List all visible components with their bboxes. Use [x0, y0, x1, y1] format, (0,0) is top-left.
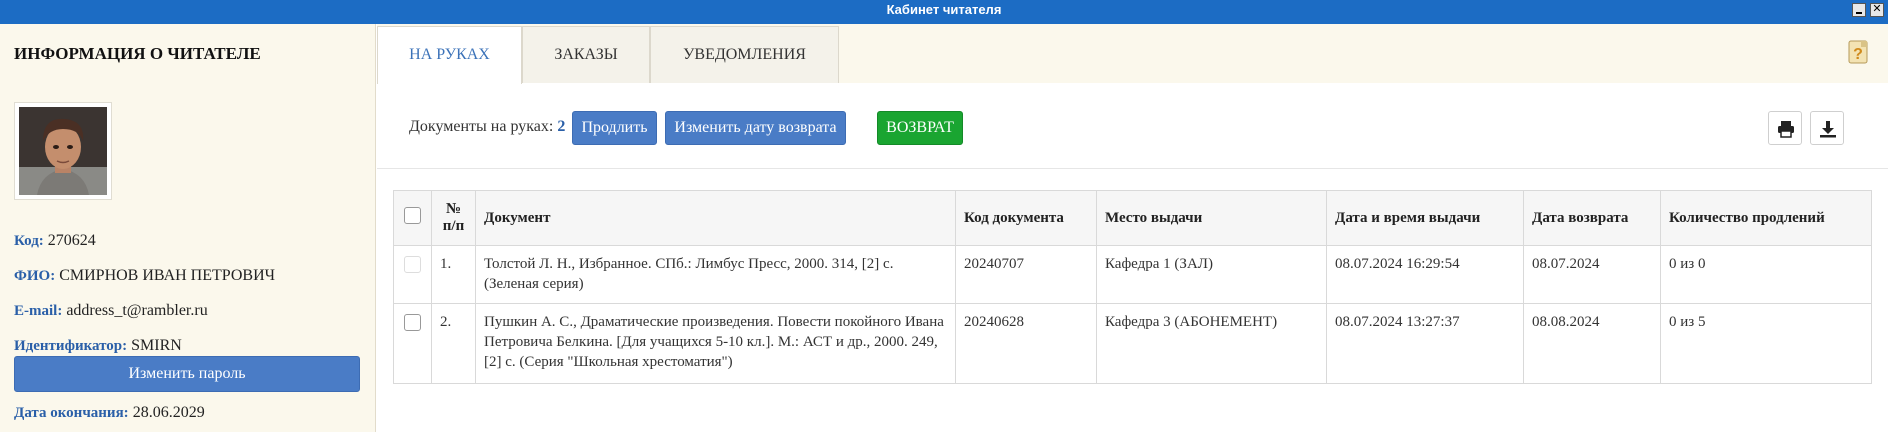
row-select-cell [393, 303, 432, 384]
tab-on-hand[interactable]: НА РУКАХ [377, 26, 522, 84]
row-extensions: 0 из 0 [1660, 245, 1872, 304]
help-icon[interactable]: ? [1847, 40, 1871, 66]
change-password-button[interactable]: Изменить пароль [14, 356, 360, 392]
reader-info-sidebar: ИНФОРМАЦИЯ О ЧИТАТЕЛЕ Код: 270624 ФИО: С… [0, 24, 376, 432]
select-all-checkbox[interactable] [404, 207, 421, 224]
avatar [14, 102, 112, 200]
download-icon [1820, 121, 1836, 138]
col-issue-place: Место выдачи [1096, 190, 1327, 246]
col-document: Документ [475, 190, 956, 246]
window-title: Кабинет читателя [886, 2, 1002, 17]
row-return-date: 08.08.2024 [1523, 303, 1661, 384]
row-document: Толстой Л. Н., Избранное. СПб.: Лимбус П… [475, 245, 956, 304]
extend-button[interactable]: Продлить [572, 111, 657, 145]
col-issue-datetime: Дата и время выдачи [1326, 190, 1524, 246]
reader-identifier: Идентификатор: SMIRN [14, 337, 182, 354]
reader-fullname: ФИО: СМИРНОВ ИВАН ПЕТРОВИЧ [14, 267, 276, 284]
print-button[interactable] [1768, 111, 1802, 145]
close-button[interactable]: ✕ [1870, 3, 1884, 17]
print-icon [1778, 121, 1794, 138]
row-extensions: 0 из 5 [1660, 303, 1872, 384]
tab-bar: НА РУКАХ ЗАКАЗЫ УВЕДОМЛЕНИЯ ? [377, 24, 1888, 84]
row-document-code: 20240628 [955, 303, 1097, 384]
row-checkbox[interactable] [404, 256, 421, 273]
col-number: № п/п [431, 190, 476, 246]
tab-notifications[interactable]: УВЕДОМЛЕНИЯ [650, 26, 839, 83]
avatar-photo [19, 107, 107, 195]
row-return-date: 08.07.2024 [1523, 245, 1661, 304]
change-return-date-button[interactable]: Изменить дату возврата [665, 111, 846, 145]
reader-code: Код: 270624 [14, 232, 96, 249]
row-issue-datetime: 08.07.2024 16:29:54 [1326, 245, 1524, 304]
row-checkbox[interactable] [404, 314, 421, 331]
table-header-row: № п/п Документ Код документа Место выдач… [393, 190, 1872, 246]
loans-table: № п/п Документ Код документа Место выдач… [393, 190, 1872, 384]
toolbar-divider [377, 168, 1888, 169]
tab-orders[interactable]: ЗАКАЗЫ [522, 26, 650, 83]
sidebar-title: ИНФОРМАЦИЯ О ЧИТАТЕЛЕ [14, 44, 261, 63]
row-number: 2. [431, 303, 476, 384]
row-document-code: 20240707 [955, 245, 1097, 304]
download-button[interactable] [1810, 111, 1844, 145]
table-row: 2. Пушкин А. С., Драматические произведе… [393, 303, 1872, 384]
expiry-date: Дата окончания: 28.06.2029 [14, 404, 205, 421]
row-select-cell [393, 245, 432, 304]
return-button[interactable]: ВОЗВРАТ [877, 111, 963, 145]
window-titlebar: Кабинет читателя ✕ [0, 0, 1888, 24]
row-issue-place: Кафедра 3 (АБОНЕМЕНТ) [1096, 303, 1327, 384]
reader-email: E-mail: address_t@rambler.ru [14, 302, 208, 319]
row-number: 1. [431, 245, 476, 304]
col-return-date: Дата возврата [1523, 190, 1661, 246]
row-issue-place: Кафедра 1 (ЗАЛ) [1096, 245, 1327, 304]
documents-on-hand: Документы на руках: 2 [409, 118, 566, 135]
table-row: 1. Толстой Л. Н., Избранное. СПб.: Лимбу… [393, 245, 1872, 304]
svg-text:?: ? [1853, 46, 1863, 63]
col-document-code: Код документа [955, 190, 1097, 246]
main-panel: НА РУКАХ ЗАКАЗЫ УВЕДОМЛЕНИЯ ? Документы … [377, 24, 1888, 432]
row-issue-datetime: 08.07.2024 13:27:37 [1326, 303, 1524, 384]
select-all-cell [393, 190, 432, 246]
minimize-button[interactable] [1852, 3, 1866, 17]
row-document: Пушкин А. С., Драматические произведения… [475, 303, 956, 384]
col-extensions: Количество продлений [1660, 190, 1872, 246]
